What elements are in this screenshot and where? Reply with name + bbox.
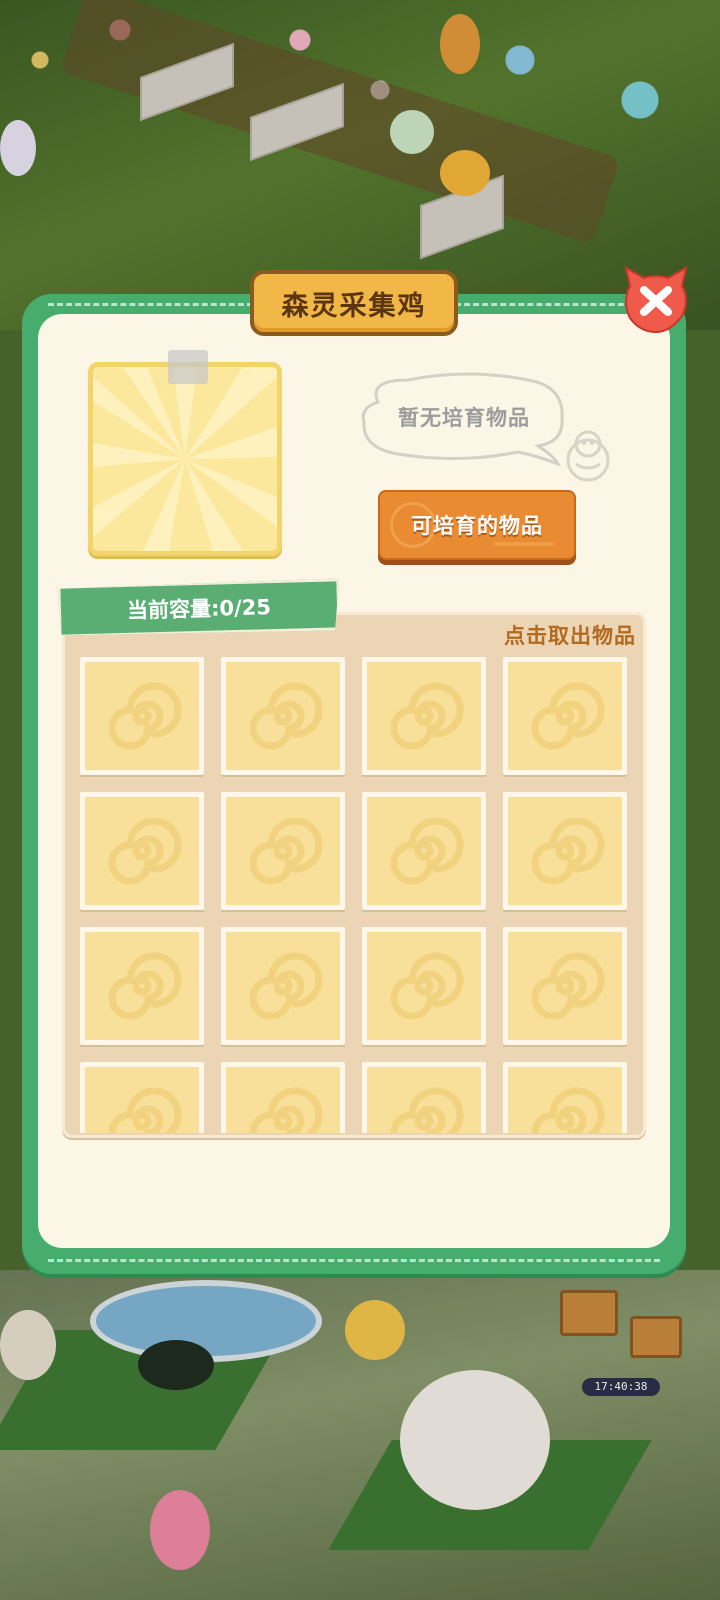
swirl-placeholder-icon (108, 817, 182, 885)
swirl-placeholder-icon (390, 952, 464, 1020)
storage-slot[interactable] (362, 1062, 486, 1133)
swirl-placeholder-icon (108, 1087, 182, 1133)
breedable-items-button[interactable]: 可培育的物品 (378, 490, 576, 560)
storage-slot[interactable] (221, 1062, 345, 1133)
storage-slot[interactable] (221, 792, 345, 910)
swirl-placeholder-icon (531, 682, 605, 750)
storage-slot[interactable] (362, 792, 486, 910)
storage-slot[interactable] (221, 927, 345, 1045)
swirl-placeholder-icon (531, 1087, 605, 1133)
swirl-placeholder-icon (249, 1087, 323, 1133)
storage-slot[interactable] (362, 927, 486, 1045)
swirl-placeholder-icon (108, 952, 182, 1020)
swirl-placeholder-icon (390, 682, 464, 750)
sunburst-icon (93, 367, 277, 551)
game-scene: 17:40:38 森灵采集鸡 暂无培育物品 可培育的物品 当前容量:0/25 点… (0, 0, 720, 1600)
storage-grid (80, 657, 630, 1133)
storage-slot[interactable] (80, 927, 204, 1045)
swirl-placeholder-icon (531, 952, 605, 1020)
storage-slot[interactable] (503, 927, 627, 1045)
storage-slot[interactable] (362, 657, 486, 775)
swirl-placeholder-icon (390, 817, 464, 885)
breedable-items-label: 可培育的物品 (411, 514, 543, 538)
take-out-hint: 点击取出物品 (504, 624, 636, 648)
swirl-placeholder-icon (531, 817, 605, 885)
storage-slot[interactable] (503, 792, 627, 910)
storage-slot[interactable] (503, 657, 627, 775)
breeding-preview-slot[interactable] (88, 362, 282, 556)
empty-breeding-message: 暂无培育物品 (398, 406, 530, 430)
modal-title-badge: 森灵采集鸡 (250, 270, 458, 336)
tape-decoration (168, 350, 208, 384)
close-button[interactable] (620, 266, 692, 336)
storage-slot[interactable] (221, 657, 345, 775)
capacity-label: 当前容量:0/25 (126, 595, 272, 623)
storage-slot[interactable] (80, 657, 204, 775)
chick-icon (562, 426, 614, 482)
swirl-placeholder-icon (108, 682, 182, 750)
storage-slot[interactable] (80, 1062, 204, 1133)
swirl-placeholder-icon (249, 952, 323, 1020)
swirl-placeholder-icon (390, 1087, 464, 1133)
storage-slot[interactable] (503, 1062, 627, 1133)
swirl-placeholder-icon (249, 682, 323, 750)
storage-slot[interactable] (80, 792, 204, 910)
swirl-placeholder-icon (249, 817, 323, 885)
close-icon (624, 266, 688, 334)
modal-title: 森灵采集鸡 (281, 290, 427, 322)
